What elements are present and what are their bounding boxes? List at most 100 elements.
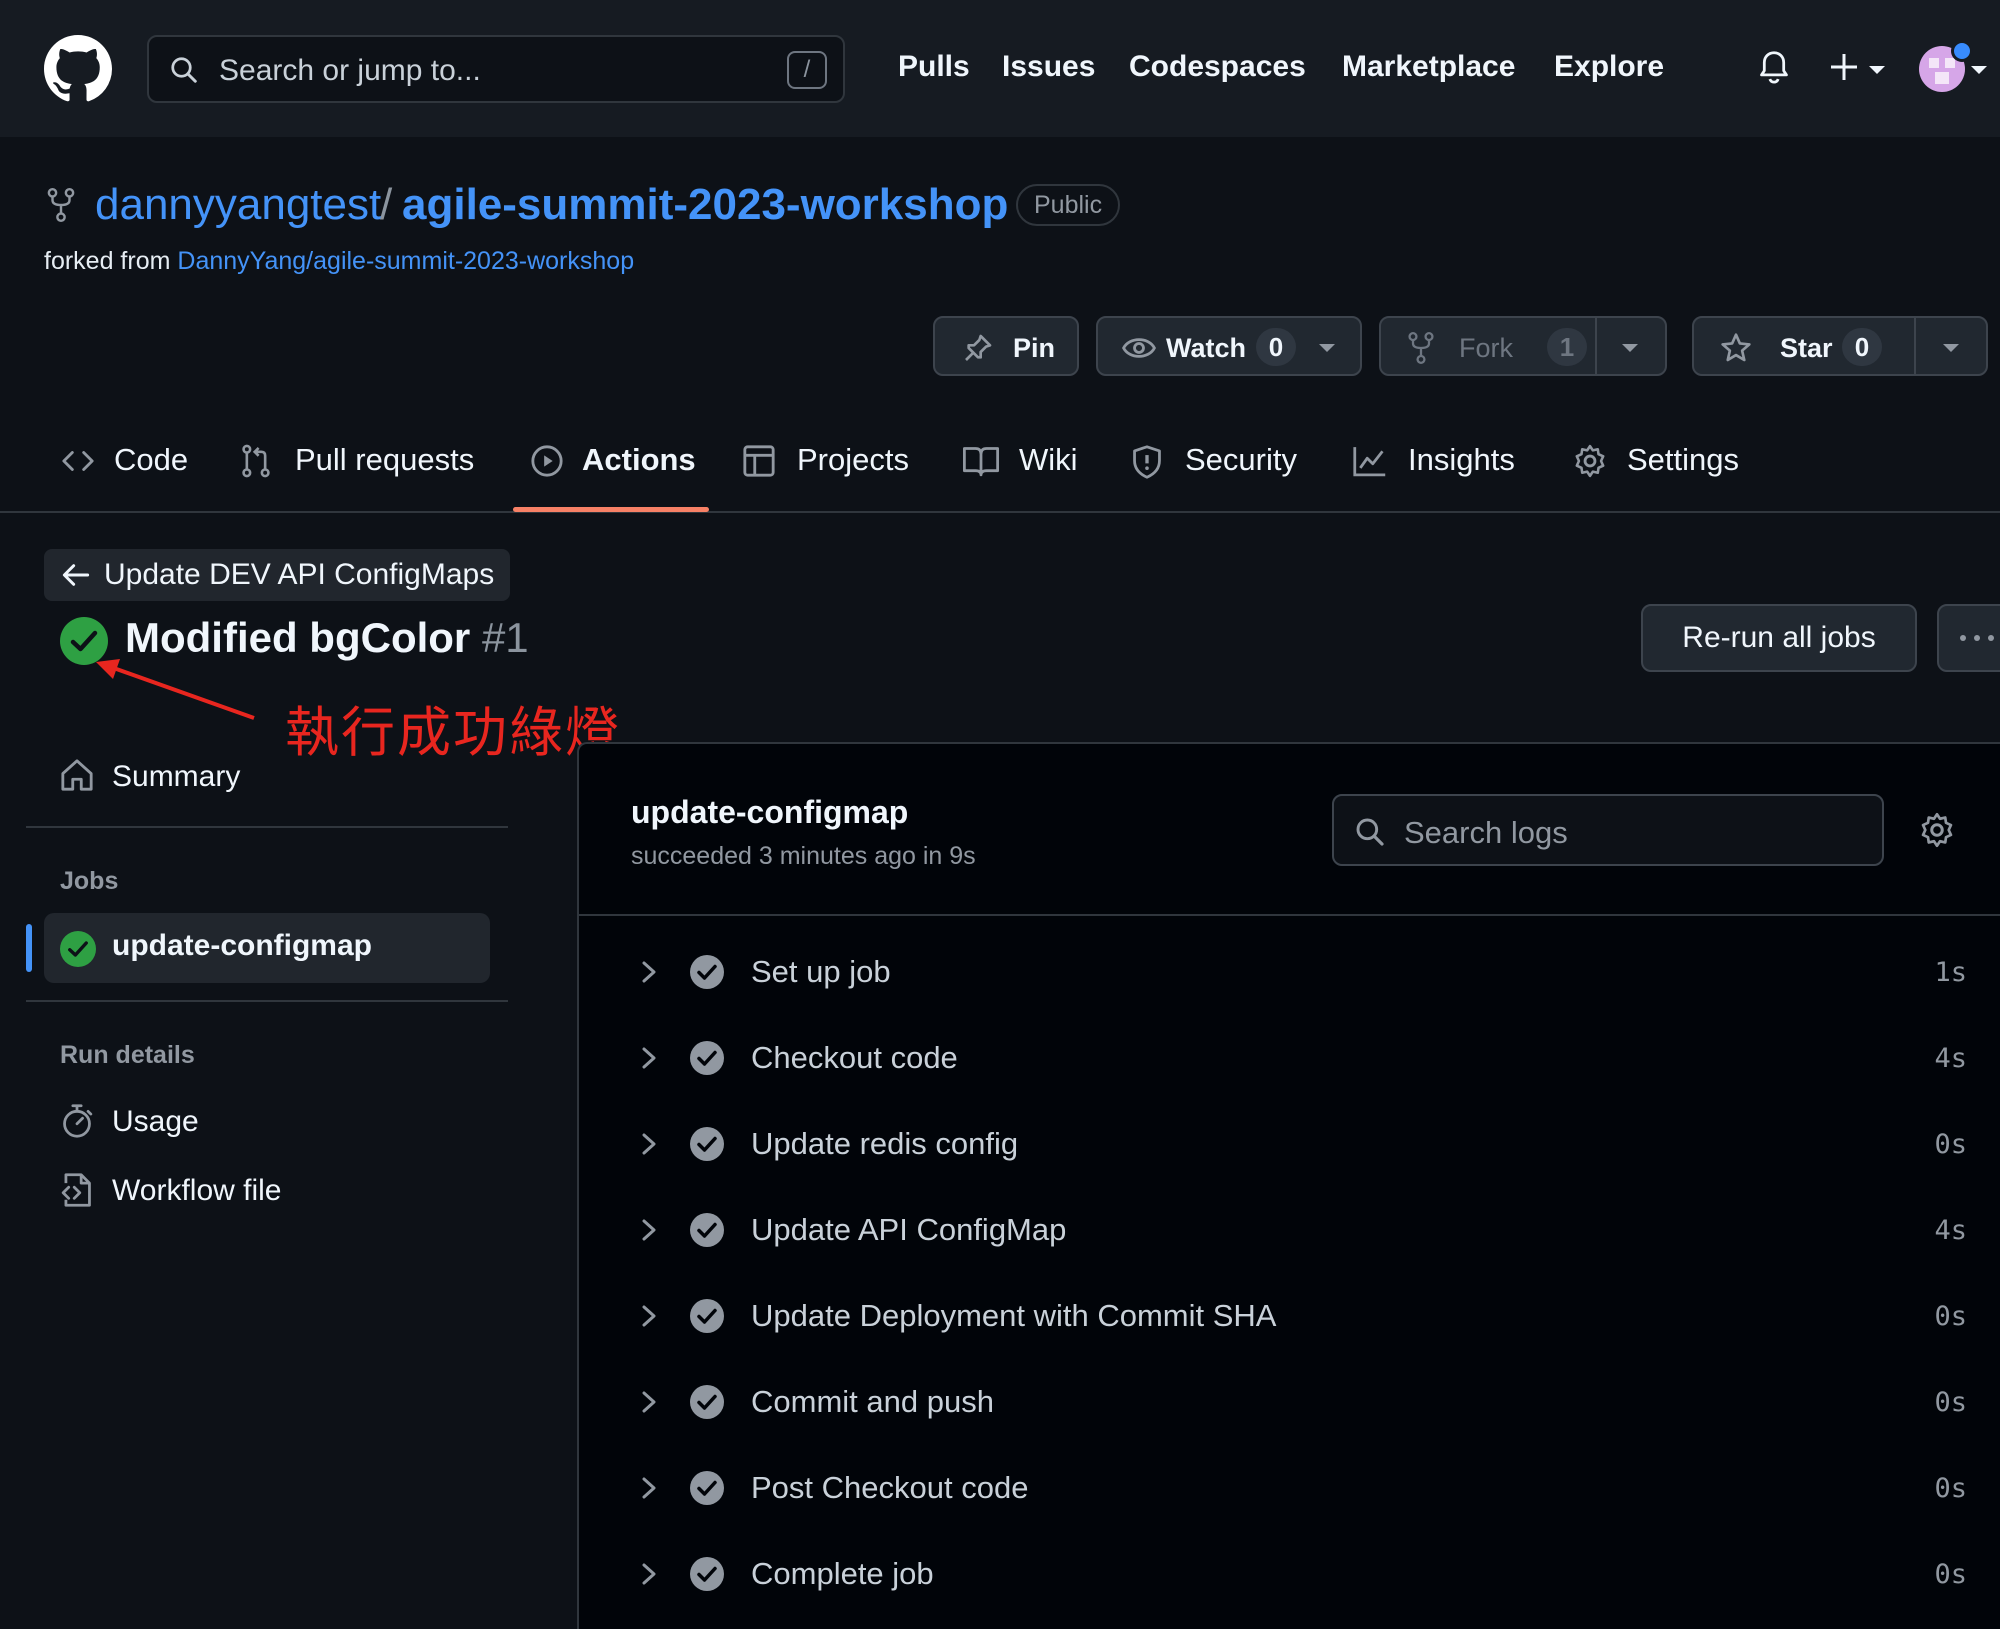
gear-icon[interactable] — [1919, 812, 1955, 848]
chevron-down-icon[interactable] — [1621, 342, 1639, 354]
repo-forked-icon — [1408, 332, 1434, 364]
repo-forked-icon — [47, 188, 75, 222]
step-name: Complete job — [751, 1556, 934, 1591]
tabs-border — [0, 511, 2000, 513]
chevron-down-icon[interactable] — [1970, 64, 1988, 76]
nav-marketplace[interactable]: Marketplace — [1342, 50, 1515, 84]
job-title: update-configmap — [631, 794, 909, 830]
step-duration: 4s — [1934, 1215, 1967, 1246]
sidebar-divider — [26, 826, 508, 828]
visibility-badge: Public — [1016, 184, 1121, 226]
nav-codespaces[interactable]: Codespaces — [1129, 50, 1306, 84]
chevron-down-icon[interactable] — [1942, 342, 1960, 354]
book-icon — [963, 447, 999, 477]
step-name: Update Deployment with Commit SHA — [751, 1298, 1277, 1333]
pin-button[interactable]: Pin — [933, 316, 1079, 376]
step-name: Update API ConfigMap — [751, 1212, 1067, 1247]
repo-owner-link[interactable]: dannyyangtest — [95, 180, 381, 230]
step-duration: 0s — [1934, 1473, 1967, 1504]
chevron-right-icon — [642, 1477, 656, 1499]
back-to-workflow-link[interactable]: Update DEV API ConfigMaps — [44, 549, 511, 601]
tab-settings-label: Settings — [1627, 442, 1740, 477]
chevron-right-icon — [642, 1219, 656, 1241]
job-log-header: update-configmap succeeded 3 minutes ago… — [579, 744, 2000, 916]
chevron-right-icon — [642, 1563, 656, 1585]
step-duration: 0s — [1934, 1559, 1967, 1590]
check-circle-icon — [690, 1299, 724, 1333]
search-placeholder: Search or jump to... — [219, 54, 481, 87]
global-search-input[interactable]: Search or jump to... / — [147, 35, 845, 103]
nav-pulls[interactable]: Pulls — [898, 50, 970, 84]
star-icon — [1721, 333, 1751, 362]
watch-button[interactable]: Watch 0 — [1096, 316, 1362, 376]
repo-name-link[interactable]: agile-summit-2023-workshop — [402, 180, 1008, 230]
search-logs-input[interactable]: Search logs — [1332, 794, 1884, 866]
job-step[interactable]: Update redis config 0s — [579, 1102, 2000, 1188]
button-divider — [1595, 318, 1597, 374]
tab-projects-label: Projects — [797, 442, 909, 477]
rerun-all-jobs-button[interactable]: Re-run all jobs — [1641, 604, 1917, 672]
job-log-panel: update-configmap succeeded 3 minutes ago… — [577, 742, 2000, 1629]
chevron-right-icon — [642, 1133, 656, 1155]
job-step[interactable]: Checkout code 4s — [579, 1016, 2000, 1102]
nav-explore[interactable]: Explore — [1554, 50, 1664, 84]
job-step[interactable]: Post Checkout code 0s — [579, 1446, 2000, 1532]
sidebar-item-summary[interactable]: Summary — [112, 760, 240, 794]
file-code-icon — [61, 1173, 91, 1207]
play-circle-icon — [531, 445, 563, 477]
git-pull-request-icon — [242, 444, 270, 478]
step-name: Update redis config — [751, 1126, 1019, 1161]
fork-count: 1 — [1547, 328, 1587, 366]
step-duration: 1s — [1934, 957, 1967, 988]
shield-icon — [1133, 445, 1161, 479]
github-logo-icon[interactable] — [44, 35, 112, 103]
forked-from-line: forked from DannyYang/agile-summit-2023-… — [44, 247, 634, 276]
check-circle-success-icon — [60, 931, 96, 967]
watch-count: 0 — [1256, 328, 1296, 366]
job-step[interactable]: Set up job 1s — [579, 930, 2000, 1016]
step-duration: 0s — [1934, 1301, 1967, 1332]
tab-security-label: Security — [1185, 442, 1297, 477]
forked-from-link[interactable]: DannyYang/agile-summit-2023-workshop — [177, 247, 634, 275]
pin-icon — [965, 334, 992, 361]
chevron-right-icon — [642, 961, 656, 983]
job-step[interactable]: Update Deployment with Commit SHA 0s — [579, 1274, 2000, 1360]
step-duration: 0s — [1934, 1387, 1967, 1418]
sidebar-divider — [26, 1000, 508, 1002]
check-circle-icon — [690, 1127, 724, 1161]
sidebar-item-usage[interactable]: Usage — [112, 1105, 199, 1139]
annotation-arrow-icon — [96, 659, 255, 720]
home-icon — [61, 759, 93, 791]
sidebar-item-job[interactable]: update-configmap — [44, 913, 490, 983]
star-count: 0 — [1842, 328, 1882, 366]
step-name: Commit and push — [751, 1384, 994, 1419]
check-circle-icon — [690, 1471, 724, 1505]
notifications-bell-icon[interactable] — [1757, 50, 1791, 86]
check-circle-icon — [690, 1557, 724, 1591]
nav-issues[interactable]: Issues — [1002, 50, 1095, 84]
search-shortcut-key: / — [787, 51, 827, 89]
step-name: Post Checkout code — [751, 1470, 1029, 1505]
search-logs-placeholder: Search logs — [1404, 815, 1568, 850]
tab-pull-requests-label: Pull requests — [295, 442, 475, 477]
job-status-text: succeeded 3 minutes ago in 9s — [631, 842, 976, 870]
eye-icon — [1122, 338, 1156, 358]
chevron-down-icon[interactable] — [1318, 342, 1336, 354]
check-circle-icon — [690, 1385, 724, 1419]
fork-label: Fork — [1459, 333, 1513, 363]
tab-wiki-label: Wiki — [1019, 442, 1078, 477]
code-icon — [62, 451, 94, 471]
job-step[interactable]: Update API ConfigMap 4s — [579, 1188, 2000, 1274]
fork-button[interactable]: Fork 1 — [1379, 316, 1667, 376]
chevron-right-icon — [642, 1391, 656, 1413]
step-name: Checkout code — [751, 1040, 958, 1075]
graph-icon — [1353, 447, 1386, 477]
more-options-button[interactable] — [1937, 604, 2000, 672]
arrow-left-icon — [62, 564, 90, 586]
star-button[interactable]: Star 0 — [1692, 316, 1988, 376]
job-step[interactable]: Commit and push 0s — [579, 1360, 2000, 1446]
create-new-plus-icon[interactable] — [1830, 50, 1892, 86]
step-duration: 4s — [1934, 1043, 1967, 1074]
sidebar-item-workflow-file[interactable]: Workflow file — [112, 1174, 281, 1208]
job-step[interactable]: Complete job 0s — [579, 1532, 2000, 1618]
